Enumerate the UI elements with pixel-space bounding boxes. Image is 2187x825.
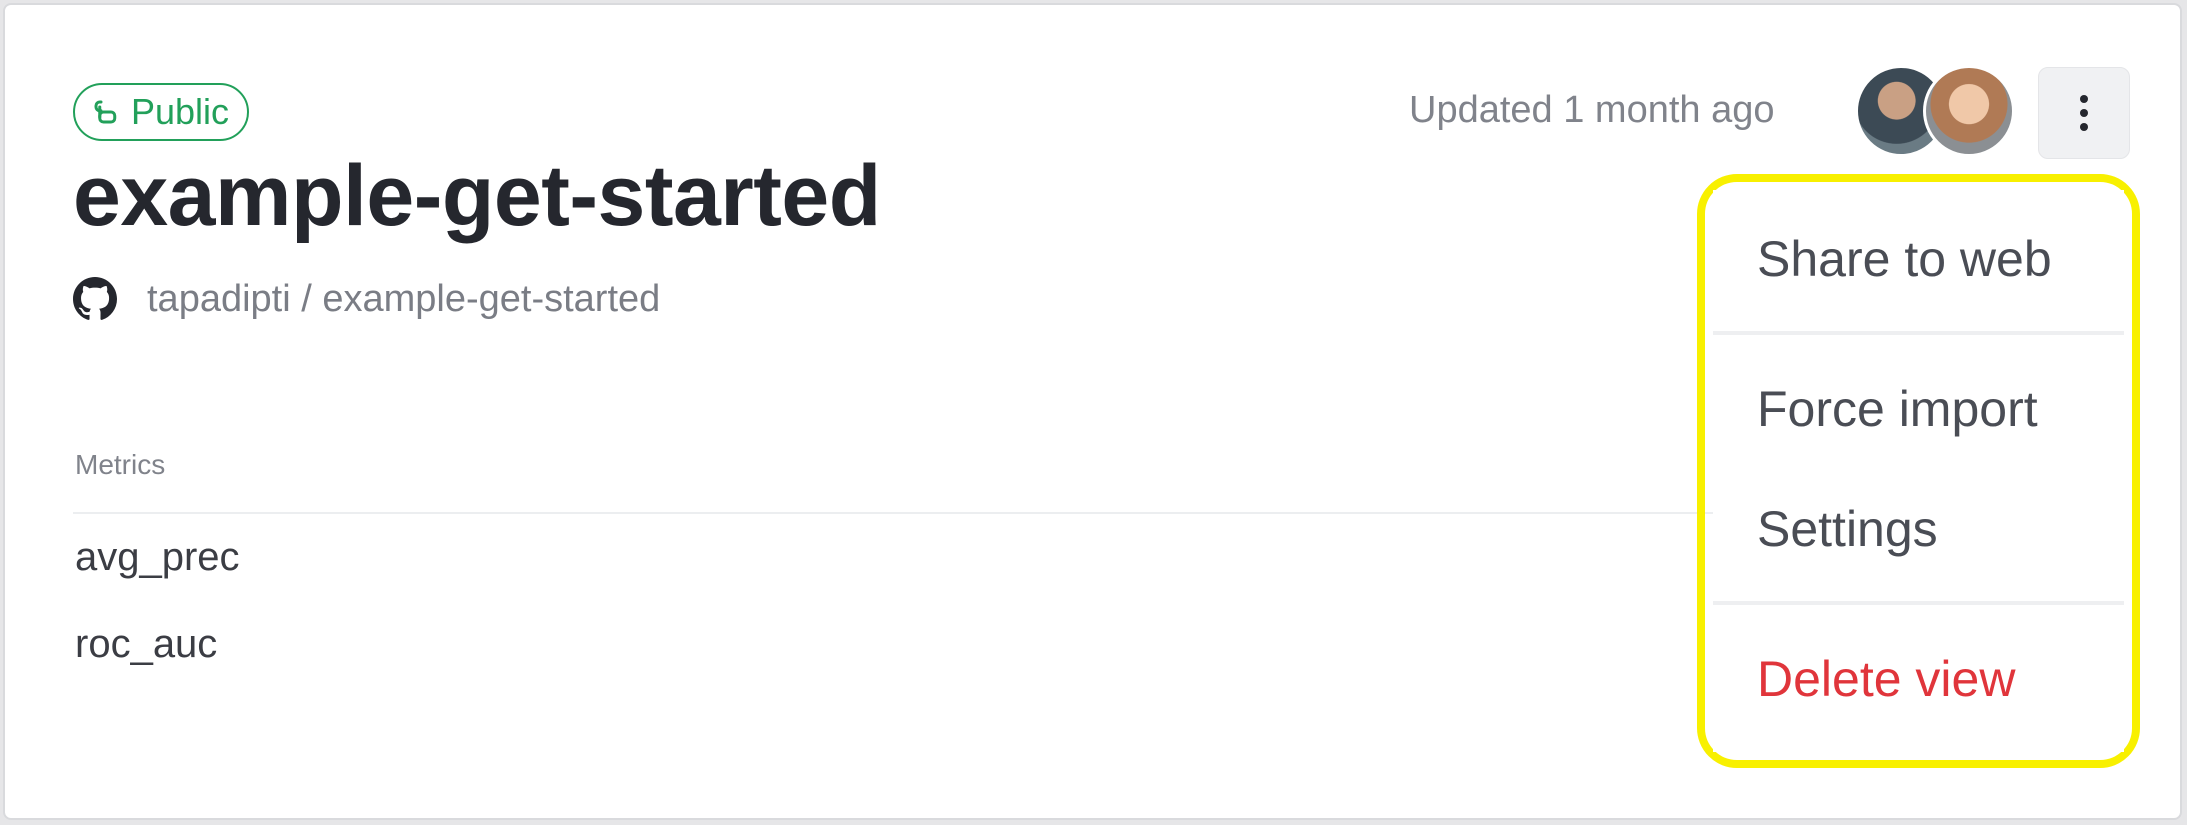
metric-avg-prec: avg_prec: [75, 535, 240, 579]
avatar[interactable]: [1923, 65, 2015, 157]
page-title: example-get-started: [73, 148, 881, 244]
more-options-button[interactable]: [2038, 67, 2130, 159]
menu-item-share-to-web[interactable]: Share to web: [1713, 230, 2124, 288]
repo-path: tapadipti / example-get-started: [147, 277, 661, 320]
visibility-badge[interactable]: Public: [73, 83, 250, 141]
menu-divider: [1713, 331, 2124, 335]
kebab-vertical-icon: [2078, 93, 2090, 133]
metrics-header: Metrics: [75, 449, 166, 480]
menu-divider: [1713, 601, 2124, 605]
menu-item-settings[interactable]: Settings: [1713, 500, 2124, 558]
metric-roc-auc: roc_auc: [75, 622, 218, 666]
collaborator-avatars: [1855, 65, 2015, 161]
github-icon: [73, 277, 117, 321]
menu-item-delete-view[interactable]: Delete view: [1713, 650, 2124, 708]
updated-timestamp: Updated 1 month ago: [1409, 89, 1775, 131]
options-menu: Share to web Force import Settings Delet…: [1713, 190, 2124, 752]
repo-link[interactable]: tapadipti / example-get-started: [73, 277, 660, 321]
visibility-label: Public: [131, 91, 230, 132]
menu-item-force-import[interactable]: Force import: [1713, 380, 2124, 438]
link-icon: [91, 97, 121, 127]
metrics-divider: [73, 512, 1713, 514]
